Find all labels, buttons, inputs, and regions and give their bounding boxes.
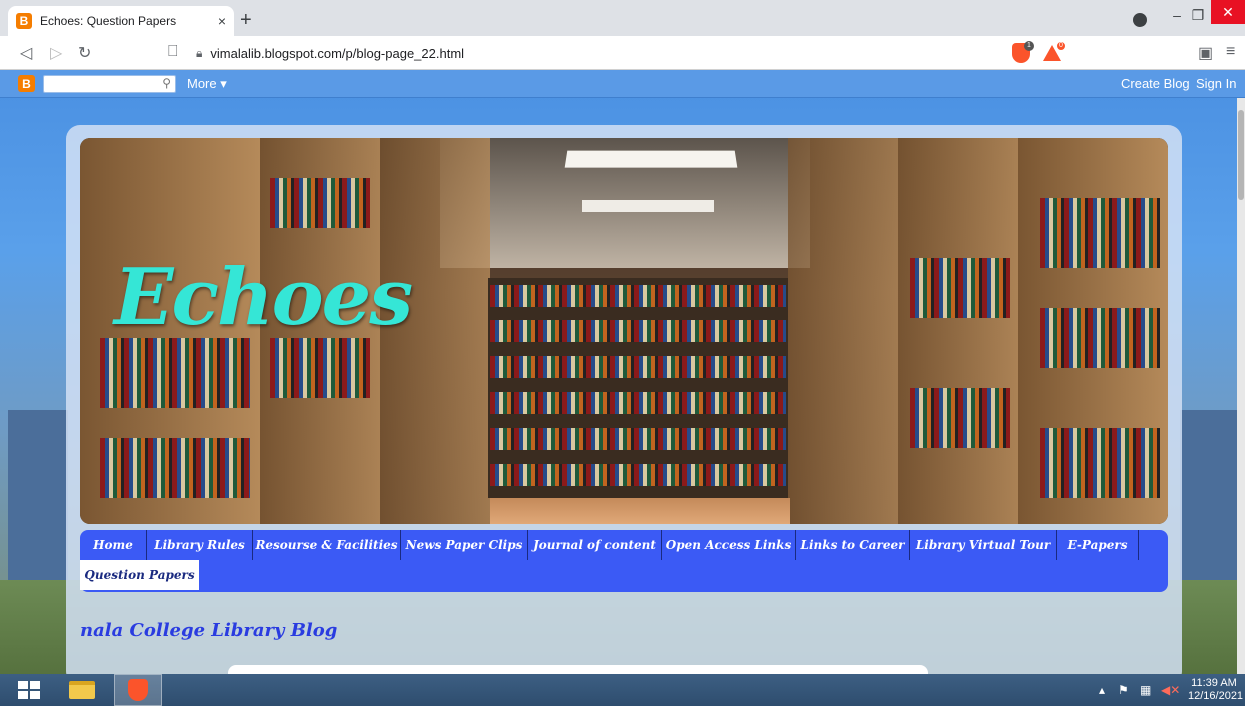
- ceiling-light: [582, 200, 714, 212]
- windows-start-icon[interactable]: [18, 681, 40, 699]
- floor: [490, 498, 790, 524]
- book-row: [490, 464, 786, 486]
- content-card: [228, 665, 928, 674]
- new-tab-button[interactable]: +: [240, 9, 252, 32]
- file-explorer-icon[interactable]: [62, 676, 102, 704]
- tab-echoes[interactable]: B Echoes: Question Papers ×: [8, 6, 234, 36]
- shield-count-badge: 1: [1024, 41, 1034, 51]
- blogger-search-input[interactable]: ⚲: [43, 75, 176, 93]
- menu-item-open-access[interactable]: Open Access Links: [662, 530, 796, 560]
- book-row: [270, 338, 370, 398]
- sign-in-link[interactable]: Sign In: [1196, 76, 1236, 91]
- book-row: [910, 258, 1010, 318]
- menu-item-virtual-tour[interactable]: Library Virtual Tour: [910, 530, 1057, 560]
- menu-item-journal[interactable]: Journal of content: [528, 530, 662, 560]
- lock-icon: 🔒︎: [196, 45, 203, 60]
- header-title: Echoes: [114, 252, 413, 343]
- menu-item-e-papers[interactable]: E-Papers: [1057, 530, 1139, 560]
- blogger-logo-icon[interactable]: B: [18, 75, 35, 92]
- book-row: [1040, 428, 1160, 498]
- blog-title[interactable]: nala College Library Blog: [80, 620, 337, 641]
- blogger-favicon-icon: B: [16, 13, 32, 29]
- menu-item-home[interactable]: Home: [80, 530, 147, 560]
- book-row: [910, 388, 1010, 448]
- blogger-navbar: B ⚲ More ▾ Create Blog Sign In: [0, 70, 1245, 98]
- reload-icon[interactable]: ↻: [78, 43, 91, 63]
- back-icon[interactable]: ◁: [20, 43, 32, 63]
- more-menu-button[interactable]: More ▾: [187, 76, 227, 92]
- web-page: B ⚲ More ▾ Create Blog Sign In Echoes Ho…: [0, 70, 1245, 674]
- minimize-icon[interactable]: –: [1167, 0, 1187, 30]
- create-blog-link[interactable]: Create Blog: [1121, 76, 1190, 91]
- menu-item-resources[interactable]: Resourse & Facilities: [253, 530, 401, 560]
- show-hidden-icons-icon[interactable]: ▴: [1099, 683, 1105, 697]
- bookshelf-right-far: [788, 138, 898, 524]
- menu-item-library-rules[interactable]: Library Rules: [147, 530, 253, 560]
- action-center-flag-icon[interactable]: ⚑: [1118, 683, 1129, 697]
- book-row: [100, 338, 250, 408]
- profile-icon[interactable]: [1133, 13, 1147, 27]
- book-row: [100, 438, 250, 498]
- url-text: vimalalib.blogspot.com/p/blog-page_22.ht…: [210, 45, 465, 61]
- clock-date: 12/16/2021: [1188, 690, 1244, 702]
- address-bar[interactable]: 🔒︎ vimalalib.blogspot.com/p/blog-page_22…: [196, 40, 1076, 66]
- folder-shape: [69, 681, 95, 699]
- main-nav-menu: Home Library Rules Resourse & Facilities…: [80, 530, 1168, 592]
- book-row: [1040, 198, 1160, 268]
- book-row: [490, 428, 786, 450]
- book-row: [1040, 308, 1160, 368]
- menu-item-career[interactable]: Links to Career: [796, 530, 910, 560]
- search-icon[interactable]: ⚲: [162, 76, 171, 90]
- ceiling-light: [564, 150, 738, 168]
- system-clock[interactable]: 11:39 AM 12/16/2021: [1188, 677, 1244, 703]
- brave-taskbar-icon[interactable]: [114, 674, 162, 706]
- taskbar: ▴ ⚑ ▦ ◀✕ 11:39 AM 12/16/2021: [0, 674, 1245, 706]
- scrollbar-thumb[interactable]: [1238, 110, 1244, 200]
- book-row: [490, 356, 786, 378]
- bookshelf-right-inner: [898, 138, 1018, 524]
- book-row: [270, 178, 370, 228]
- bookmark-icon[interactable]: ⎕: [168, 43, 178, 61]
- clock-time: 11:39 AM: [1191, 677, 1237, 689]
- forward-icon[interactable]: ▷: [50, 43, 62, 63]
- book-row: [490, 392, 786, 414]
- browser-tab-strip: B Echoes: Question Papers × + – ❐ ✕: [0, 0, 1245, 36]
- rewards-count-badge: 0: [1056, 41, 1066, 51]
- tab-close-icon[interactable]: ×: [218, 13, 226, 29]
- tab-title: Echoes: Question Papers: [40, 14, 177, 28]
- restore-icon[interactable]: ❐: [1188, 0, 1208, 30]
- volume-muted-icon[interactable]: ◀✕: [1161, 683, 1180, 697]
- book-row: [490, 285, 786, 307]
- brave-lion-shape: [128, 679, 148, 701]
- browser-toolbar: ◁ ▷ ↻ ⎕ 🔒︎ vimalalib.blogspot.com/p/blog…: [0, 36, 1245, 70]
- menu-item-news-paper-clips[interactable]: News Paper Clips: [401, 530, 528, 560]
- menu-icon[interactable]: ≡: [1226, 43, 1235, 61]
- wallet-icon[interactable]: ▣: [1198, 43, 1213, 63]
- menu-item-question-papers[interactable]: Question Papers: [80, 560, 199, 590]
- book-row: [490, 320, 786, 342]
- campus-building-left: [8, 410, 68, 590]
- window-close-icon[interactable]: ✕: [1211, 0, 1245, 24]
- network-icon[interactable]: ▦: [1140, 683, 1151, 697]
